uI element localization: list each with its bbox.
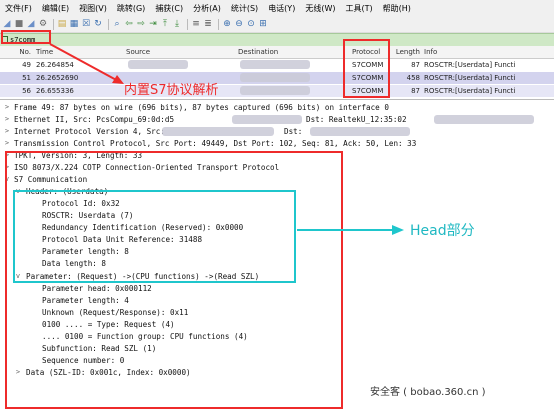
- menu-wireless[interactable]: 无线(W): [300, 3, 340, 14]
- zoom-in-icon[interactable]: ⊕: [222, 19, 232, 29]
- restart-icon[interactable]: ◢: [26, 19, 36, 29]
- packet-length: 458: [406, 74, 420, 82]
- go-to-packet-icon[interactable]: ⇥: [148, 19, 158, 29]
- close-file-icon[interactable]: ☒: [81, 19, 91, 29]
- redacted-ip: [162, 127, 274, 136]
- reload-icon[interactable]: ↻: [93, 19, 103, 29]
- packet-time: 26.2652690: [36, 74, 79, 82]
- find-packet-icon[interactable]: ⌕: [112, 19, 122, 29]
- column-header-source[interactable]: Source: [126, 46, 150, 58]
- packet-info: ROSCTR:[Userdata] Functi: [424, 74, 516, 82]
- packet-info: ROSCTR:[Userdata] Functi: [424, 87, 516, 95]
- redacted-source: [128, 60, 188, 69]
- zoom-normal-icon[interactable]: ⊙: [246, 19, 256, 29]
- redacted-destination: [240, 73, 310, 82]
- tree-item-frame[interactable]: > Frame 49: 87 bytes on wire (696 bits),…: [0, 102, 554, 113]
- packet-no: 49: [22, 61, 31, 69]
- zoom-out-icon[interactable]: ⊖: [234, 19, 244, 29]
- packet-no: 56: [22, 87, 31, 95]
- toolbar-separator: [218, 18, 219, 30]
- watermark: 安全客 ( bobao.360.cn ): [370, 387, 486, 398]
- annotation-protocol-box: [343, 39, 390, 98]
- packet-time: 26.655336: [36, 87, 74, 95]
- column-header-time[interactable]: Time: [36, 46, 53, 58]
- redacted-mac: [434, 115, 534, 124]
- tree-item-ip[interactable]: > Internet Protocol Version 4, Src: Dst:: [0, 126, 554, 137]
- last-packet-icon[interactable]: ⤓: [172, 19, 182, 29]
- expand-arrow-icon[interactable]: >: [3, 102, 11, 113]
- packet-info: ROSCTR:[Userdata] Functi: [424, 61, 516, 69]
- redacted-destination: [240, 86, 310, 95]
- menu-capture[interactable]: 捕获(C): [150, 3, 188, 14]
- display-filter-input[interactable]: [0, 34, 550, 46]
- expand-arrow-icon[interactable]: >: [3, 138, 11, 149]
- menu-help[interactable]: 帮助(H): [378, 3, 416, 14]
- stop-icon[interactable]: ■: [14, 19, 24, 29]
- packet-list-header: No. Time Source Destination Protocol Len…: [0, 46, 554, 59]
- display-filter-bar: [0, 33, 554, 47]
- save-file-icon[interactable]: ▦: [69, 19, 79, 29]
- annotation-head-label: Head部分: [410, 223, 475, 239]
- column-header-length[interactable]: Length: [392, 46, 420, 58]
- expand-arrow-icon[interactable]: >: [3, 126, 11, 137]
- packet-time: 26.264854: [36, 61, 74, 69]
- annotation-header-box: [13, 190, 296, 283]
- main-toolbar: ◢ ■ ◢ ⚙ ▤ ▦ ☒ ↻ ⌕ ⇦ ⇨ ⇥ ⤒ ⤓ ≡ ≣ ⊕ ⊖ ⊙ ⊞: [0, 16, 554, 33]
- packet-length: 87: [411, 87, 420, 95]
- menu-file[interactable]: 文件(F): [0, 3, 37, 14]
- menu-edit[interactable]: 编辑(E): [37, 3, 74, 14]
- toolbar-separator: [53, 18, 54, 30]
- annotation-filter-box: [1, 30, 51, 44]
- annotation-s7-label: 内置S7协议解析: [124, 83, 219, 98]
- resize-columns-icon[interactable]: ⊞: [258, 19, 268, 29]
- column-header-info[interactable]: Info: [424, 46, 437, 58]
- column-header-no[interactable]: No.: [6, 46, 31, 58]
- expand-arrow-icon[interactable]: >: [3, 114, 11, 125]
- open-folder-icon[interactable]: ▤: [57, 19, 67, 29]
- options-gear-icon[interactable]: ⚙: [38, 19, 48, 29]
- colorize-icon[interactable]: ≡: [191, 19, 201, 29]
- menu-analyze[interactable]: 分析(A): [188, 3, 226, 14]
- redacted-ip: [310, 127, 410, 136]
- redacted-mac: [232, 115, 302, 124]
- first-packet-icon[interactable]: ⤒: [160, 19, 170, 29]
- toolbar-separator: [187, 18, 188, 30]
- shark-fin-start-icon[interactable]: ◢: [2, 19, 12, 29]
- packet-no: 51: [22, 74, 31, 82]
- menu-bar: 文件(F) 编辑(E) 视图(V) 跳转(G) 捕获(C) 分析(A) 统计(S…: [0, 0, 554, 16]
- autoscroll-icon[interactable]: ≣: [203, 19, 213, 29]
- toolbar-separator: [108, 18, 109, 30]
- go-back-icon[interactable]: ⇦: [124, 19, 134, 29]
- tree-item-tcp[interactable]: > Transmission Control Protocol, Src Por…: [0, 138, 554, 149]
- packet-length: 87: [411, 61, 420, 69]
- menu-tools[interactable]: 工具(T): [340, 3, 377, 14]
- menu-view[interactable]: 视图(V): [74, 3, 112, 14]
- menu-statistics[interactable]: 统计(S): [226, 3, 263, 14]
- packet-list: No. Time Source Destination Protocol Len…: [0, 46, 554, 98]
- menu-go[interactable]: 跳转(G): [112, 3, 150, 14]
- column-header-destination[interactable]: Destination: [238, 46, 278, 58]
- redacted-destination: [240, 60, 310, 69]
- go-forward-icon[interactable]: ⇨: [136, 19, 146, 29]
- menu-telephony[interactable]: 电话(Y): [263, 3, 300, 14]
